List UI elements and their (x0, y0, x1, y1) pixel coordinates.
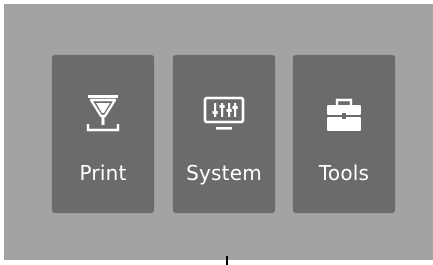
bottom-tick-mark (226, 256, 228, 265)
system-tile-button[interactable]: System (173, 55, 275, 213)
printer-nozzle-icon (52, 91, 154, 137)
toolbox-icon (293, 91, 395, 137)
print-tile-label: Print (79, 161, 127, 185)
monitor-sliders-icon (173, 91, 275, 137)
tools-tile-label: Tools (318, 161, 370, 185)
print-tile-button[interactable]: Print (52, 55, 154, 213)
system-tile-label: System (186, 161, 262, 185)
tools-tile-button[interactable]: Tools (293, 55, 395, 213)
main-menu-screen: Print System Tools (4, 4, 433, 260)
